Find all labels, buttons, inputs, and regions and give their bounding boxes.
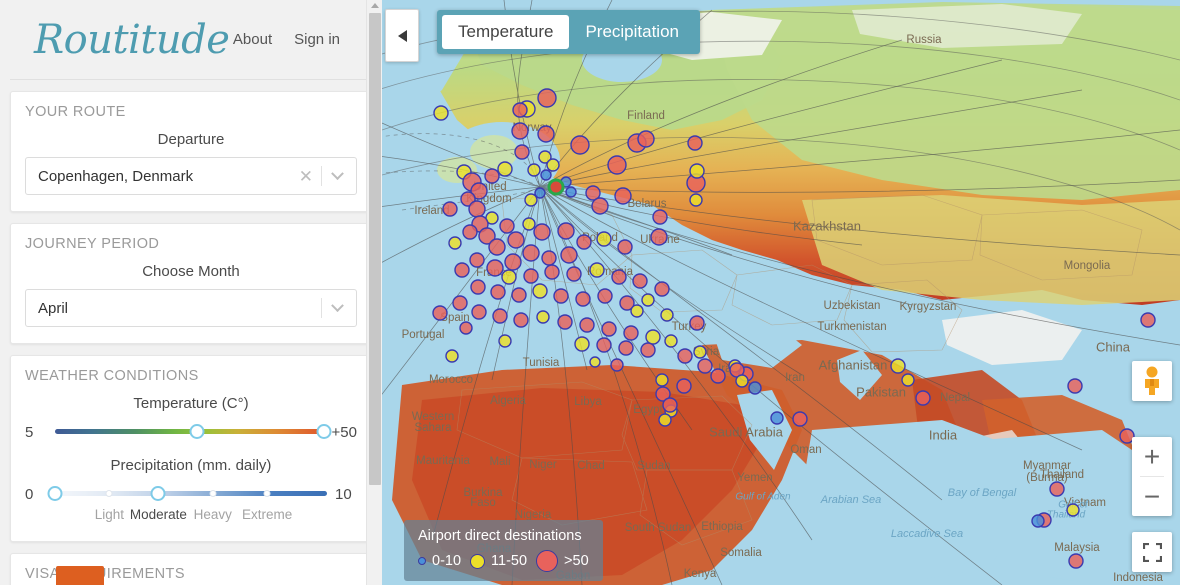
departure-label: Departure — [157, 131, 225, 148]
precipitation-label: Precipitation (mm. daily) — [110, 457, 272, 474]
legend-title: Airport direct destinations — [418, 528, 582, 544]
routitude-app: Routitude About Sign in YOUR ROUTE Depar… — [0, 0, 1180, 585]
legend-item-label: 0-10 — [432, 553, 462, 569]
temperature-label: Temperature (C°) — [133, 395, 249, 412]
your-route-card: YOUR ROUTE Departure Copenhagen, Denmark… — [10, 91, 372, 212]
sidebar-scrollbar[interactable] — [366, 0, 382, 585]
pegman-icon — [1145, 366, 1159, 395]
legend-item-label: 11-50 — [491, 553, 528, 569]
precipitation-mark-heavy[interactable]: Heavy — [194, 507, 232, 522]
nav-about[interactable]: About — [233, 31, 272, 48]
scroll-up-arrow-icon[interactable] — [371, 3, 379, 8]
header-nav: About Sign in — [233, 31, 358, 48]
map-legend: Airport direct destinations 0-10 11-50 >50 — [404, 520, 603, 581]
sidebar-content: Routitude About Sign in YOUR ROUTE Depar… — [0, 0, 382, 585]
legend-item: >50 — [536, 550, 589, 572]
legend-items: 0-10 11-50 >50 — [418, 550, 589, 572]
precipitation-pip — [209, 490, 217, 497]
map-zoom-control[interactable]: + − — [1132, 437, 1172, 516]
departure-clear-icon[interactable]: ✕ — [291, 168, 321, 185]
zoom-out-button[interactable]: − — [1132, 477, 1172, 516]
temperature-min-label: 5 — [25, 423, 34, 441]
precipitation-max-label: 10 — [335, 485, 352, 503]
pegman-street-view-control[interactable] — [1132, 361, 1172, 401]
precipitation-marks: Light Moderate Heavy Extreme — [55, 507, 327, 525]
submit-button[interactable] — [56, 566, 104, 585]
zoom-in-button[interactable]: + — [1132, 437, 1172, 476]
month-chevron-down-icon[interactable] — [322, 298, 352, 313]
precipitation-pip — [105, 490, 113, 497]
temperature-slider[interactable]: 5 +50 — [25, 421, 357, 443]
legend-dot-icon — [536, 550, 559, 572]
fullscreen-button[interactable] — [1132, 532, 1172, 572]
layer-button-precipitation[interactable]: Precipitation — [569, 15, 695, 49]
map-layer-toggle[interactable]: Temperature Precipitation — [437, 10, 700, 54]
nav-signin[interactable]: Sign in — [294, 31, 340, 48]
scrollbar-thumb[interactable] — [369, 13, 381, 485]
departure-select[interactable]: Copenhagen, Denmark ✕ — [25, 157, 357, 195]
fullscreen-icon — [1142, 542, 1162, 562]
sidebar-panel: Routitude About Sign in YOUR ROUTE Depar… — [0, 0, 382, 585]
legend-item: 11-50 — [470, 553, 527, 569]
collapse-sidebar-button[interactable] — [385, 9, 419, 62]
precipitation-mark-moderate[interactable]: Moderate — [130, 507, 187, 522]
month-value: April — [38, 299, 69, 317]
precipitation-mark-extreme[interactable]: Extreme — [242, 507, 292, 522]
month-select[interactable]: April — [25, 289, 357, 327]
departure-chevron-down-icon[interactable] — [322, 166, 352, 181]
temperature-handle-high[interactable] — [316, 424, 332, 439]
weather-conditions-card: WEATHER CONDITIONS Temperature (C°) 5 +5… — [10, 355, 372, 542]
map-basemap — [382, 0, 1180, 585]
triangle-left-icon — [397, 29, 407, 42]
temperature-track-wrap[interactable] — [55, 421, 332, 443]
precipitation-handle-high[interactable] — [150, 486, 166, 501]
legend-dot-icon — [470, 553, 486, 569]
choose-month-label: Choose Month — [142, 263, 240, 280]
legend-item-label: >50 — [564, 553, 589, 569]
weather-conditions-title: WEATHER CONDITIONS — [25, 368, 199, 384]
temperature-max-label: +50 — [331, 423, 357, 441]
legend-item: 0-10 — [418, 553, 461, 569]
departure-value: Copenhagen, Denmark — [38, 167, 194, 185]
layer-button-temperature[interactable]: Temperature — [442, 15, 570, 49]
map-view[interactable]: SwedenFinlandRussiaNorwayUnitedKingdomIr… — [382, 0, 1180, 585]
header-bar: Routitude About Sign in — [10, 0, 372, 80]
journey-period-title: JOURNEY PERIOD — [25, 236, 160, 252]
precipitation-track-wrap[interactable] — [47, 483, 327, 505]
temperature-handle-low[interactable] — [189, 424, 205, 439]
precipitation-handle-low[interactable] — [47, 486, 63, 501]
legend-dot-icon — [418, 557, 426, 565]
precipitation-pip — [263, 490, 271, 497]
precipitation-track[interactable] — [55, 491, 327, 496]
journey-period-card: JOURNEY PERIOD Choose Month April — [10, 223, 372, 344]
precipitation-mark-light[interactable]: Light — [95, 507, 124, 522]
precipitation-slider[interactable]: 0 10 — [25, 483, 357, 505]
app-logo: Routitude — [34, 16, 230, 63]
precipitation-min-label: 0 — [25, 485, 34, 503]
your-route-title: YOUR ROUTE — [25, 104, 126, 120]
